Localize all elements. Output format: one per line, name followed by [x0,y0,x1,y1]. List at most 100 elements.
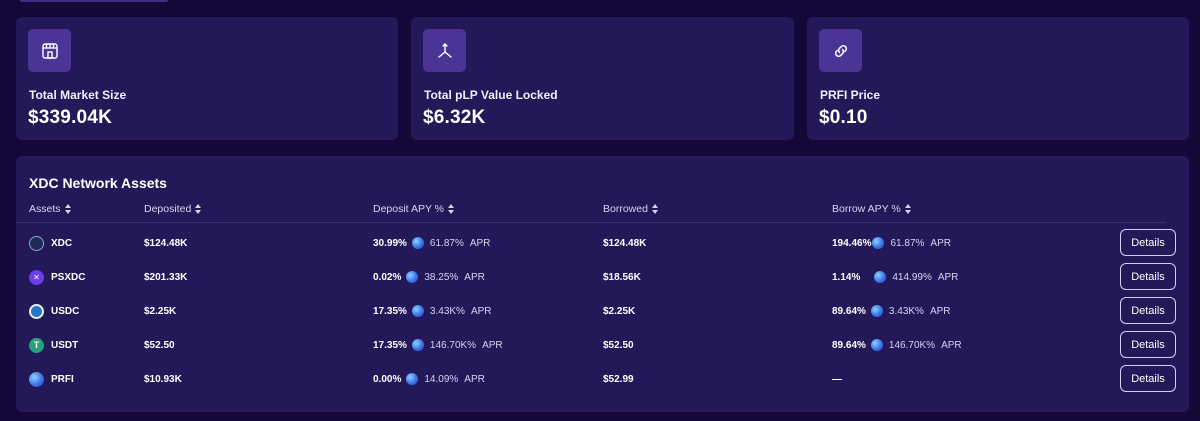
col-deposit-apy-header[interactable]: Deposit APY % [373,203,455,215]
deposit-apr-value: 38.25% [424,271,459,283]
borrowed-cell: $52.99 [603,373,634,385]
prfi-reward-icon [872,237,885,249]
borrowed-cell: $52.50 [603,339,634,351]
deposit-apy-cell: 0.00% 14.09% APR [373,362,485,396]
usdt-coin-icon: T [29,337,44,353]
apr-label: APR [930,237,951,249]
col-label: Deposit APY % [373,203,445,215]
apr-label: APR [464,373,485,385]
deposit-apr-value: 14.09% [424,373,459,385]
borrow-apy-value: 89.64% [832,305,866,317]
sort-icon [195,204,202,214]
borrow-apy-value: 194.46% [832,237,872,249]
sort-icon [651,204,658,214]
top-tab-indicator [20,0,168,2]
deposited-cell: $124.48K [144,237,188,249]
store-icon [28,29,71,72]
asset-name: USDC [51,305,80,317]
stat-label: Total pLP Value Locked [424,88,558,102]
borrowed-cell: $2.25K [603,305,636,317]
deposit-apy-cell: 0.02% 38.25% APR [373,260,485,294]
prfi-reward-icon [411,305,424,317]
col-borrow-apy-header[interactable]: Borrow APY % [832,203,911,215]
asset-name: USDT [51,339,79,351]
asset-cell: PRFI [29,362,74,396]
sort-icon [448,204,455,214]
deposit-apy-value: 17.35% [373,339,407,351]
stat-card-plp-locked: Total pLP Value Locked $6.32K [411,17,794,140]
table-row: T USDT $52.50 17.35% 146.70K% APR $52.50… [16,328,1189,362]
borrow-apy-value: 89.64% [832,339,866,351]
deposited-cell: $52.50 [144,339,175,351]
stat-label: Total Market Size [29,88,127,102]
table-row: XDC $124.48K 30.99% 61.87% APR $124.48K … [16,226,1189,260]
split-arrows-icon [423,29,466,72]
borrowed-cell: $18.56K [603,271,641,283]
deposit-apy-cell: 30.99% 61.87% APR [373,226,490,260]
asset-cell: USDC [29,294,79,328]
col-deposited-header[interactable]: Deposited [144,203,202,215]
borrowed-cell: $124.48K [603,237,647,249]
details-button[interactable]: Details [1120,263,1176,290]
asset-cell: ✕ PSXDC [29,260,85,294]
panel-title: XDC Network Assets [29,175,167,191]
deposited-cell: $2.25K [144,305,177,317]
sort-icon [64,204,71,214]
table-header: Assets Deposited Deposit APY % Borrowed … [16,203,1166,223]
deposit-apy-value: 0.02% [373,271,402,283]
stat-card-market-size: Total Market Size $339.04K [16,17,398,140]
apr-label: APR [469,237,491,249]
assets-panel: XDC Network Assets Assets Deposited Depo… [16,156,1189,412]
stat-card-prfi-price: PRFI Price $0.10 [807,17,1189,140]
prfi-reward-icon [406,271,419,283]
borrow-apy-value: 1.14% [832,271,861,283]
usdc-coin-icon [29,303,44,319]
prfi-reward-icon [406,373,419,385]
table-row: USDC $2.25K 17.35% 3.43K% APR $2.25K 89.… [16,294,1189,328]
details-button[interactable]: Details [1120,365,1176,392]
borrow-apr-value: 3.43K% [888,305,924,317]
col-borrowed-header[interactable]: Borrowed [603,203,658,215]
deposited-cell: $201.33K [144,271,188,283]
borrow-apy-cell: 194.46% 61.87% APR [832,226,951,260]
prfi-reward-icon [870,339,883,351]
deposited-cell: $10.93K [144,373,182,385]
borrow-apr-value: 61.87% [890,237,925,249]
prfi-reward-icon [870,305,883,317]
col-label: Borrow APY % [832,203,901,215]
borrow-apy-cell: 89.64% 3.43K% APR [832,294,951,328]
col-label: Deposited [144,203,192,215]
stat-label: PRFI Price [820,88,881,102]
deposit-apr-value: 3.43K% [429,305,465,317]
borrow-apy-cell: — [832,373,842,385]
col-label: Assets [29,203,61,215]
details-button[interactable]: Details [1120,331,1176,358]
stat-value: $0.10 [819,107,868,128]
psxdc-coin-icon: ✕ [29,269,44,285]
apr-label: APR [929,305,951,317]
asset-name: PRFI [51,373,74,385]
deposit-apy-value: 0.00% [373,373,402,385]
xdc-coin-icon [29,235,44,251]
sort-icon [904,204,911,214]
prfi-reward-icon [411,339,424,351]
borrow-apr-value: 414.99% [892,271,932,283]
asset-cell: XDC [29,226,72,260]
deposit-apr-value: 146.70K% [429,339,477,351]
apr-label: APR [464,271,485,283]
asset-name: XDC [51,237,73,249]
deposit-apy-cell: 17.35% 146.70K% APR [373,328,503,362]
asset-cell: T USDT [29,328,78,362]
details-button[interactable]: Details [1120,297,1176,324]
apr-label: APR [470,305,492,317]
deposit-apy-value: 17.35% [373,305,407,317]
details-button[interactable]: Details [1120,229,1176,256]
stat-value: $6.32K [423,107,486,128]
prfi-reward-icon [874,271,887,283]
prfi-reward-icon [411,237,424,249]
col-assets-header[interactable]: Assets [29,203,71,215]
link-icon [819,29,862,72]
apr-label: APR [941,339,962,351]
table-row: ✕ PSXDC $201.33K 0.02% 38.25% APR $18.56… [16,260,1189,294]
borrow-apr-value: 146.70K% [888,339,936,351]
